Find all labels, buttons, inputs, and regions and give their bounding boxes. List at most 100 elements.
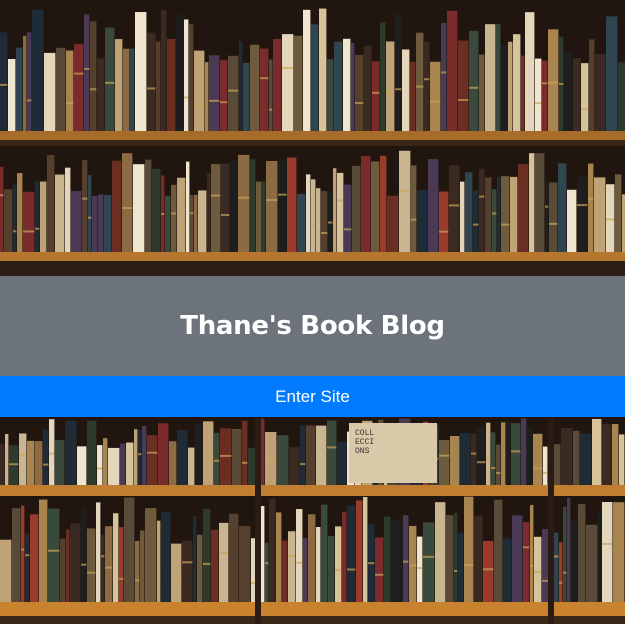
book-spine <box>439 191 449 252</box>
book-spine <box>182 540 193 602</box>
book-spine <box>529 153 535 252</box>
book-spine-band <box>82 197 88 200</box>
book-spine <box>485 177 492 252</box>
book-spine-band <box>311 225 316 228</box>
book-spine-band <box>523 546 530 549</box>
book-spine <box>403 515 409 602</box>
book-spine <box>333 168 337 252</box>
book-spine <box>147 32 156 132</box>
book-spine <box>447 10 458 131</box>
site-title: Thane's Book Blog <box>180 311 445 341</box>
book-spine-band <box>0 83 8 86</box>
book-spine <box>289 447 300 485</box>
book-spine-band <box>563 571 567 574</box>
book-spine-band <box>559 581 563 584</box>
book-spine <box>595 54 606 132</box>
book-spine-band <box>409 564 417 567</box>
book-spine <box>561 428 573 485</box>
book-spine <box>55 174 65 252</box>
book-spine-band <box>424 78 430 81</box>
book-spine-band <box>97 467 103 470</box>
book-spine <box>416 32 424 131</box>
book-spine-band <box>347 568 356 571</box>
book-spine <box>395 13 402 132</box>
book-spine-band <box>278 193 287 196</box>
book-spine <box>230 161 238 252</box>
book-spine <box>423 522 435 602</box>
book-spine <box>343 38 351 131</box>
book-spine <box>372 61 380 132</box>
book-spine-band <box>473 223 479 226</box>
book-spine <box>533 433 543 485</box>
book-spine-band <box>372 91 380 94</box>
book-spine <box>0 32 8 131</box>
book-spine <box>479 168 485 252</box>
book-spine <box>503 538 512 602</box>
title-banner: Thane's Book Blog <box>0 276 625 376</box>
book-spine-band <box>219 551 229 554</box>
book-spine <box>496 444 501 485</box>
book-spine <box>74 43 84 131</box>
book-spine-band <box>543 471 548 474</box>
book-spine <box>387 195 399 252</box>
book-spine <box>221 163 230 252</box>
book-spine <box>120 443 126 485</box>
box-label-line-3: ONS <box>355 447 370 456</box>
book-spine <box>269 59 273 131</box>
book-spine <box>140 530 145 602</box>
book-spine-band <box>328 221 333 224</box>
book-spine <box>0 166 4 252</box>
book-spine <box>501 44 508 131</box>
book-spine <box>435 502 446 602</box>
book-spine <box>525 12 535 131</box>
book-spine-band <box>242 461 248 464</box>
book-spine-band <box>501 223 510 226</box>
book-spine <box>134 429 138 485</box>
book-spine <box>239 41 243 132</box>
book-spine <box>337 172 344 252</box>
book-spine <box>521 418 527 485</box>
book-spine-band <box>375 573 384 576</box>
book-spine-band <box>300 463 306 466</box>
box-label-line-2: ECCI <box>355 438 374 447</box>
book-spine-band <box>355 102 364 105</box>
book-spine <box>184 19 189 132</box>
book-spine <box>460 433 471 485</box>
book-spine <box>158 423 169 485</box>
book-spine <box>530 505 534 602</box>
book-spine <box>384 516 391 602</box>
book-spine <box>567 498 571 602</box>
book-spine-band <box>399 189 411 192</box>
book-spine <box>115 39 123 131</box>
book-spine <box>606 184 615 252</box>
book-spine <box>104 195 112 252</box>
book-spine-band <box>138 453 142 456</box>
book-spine <box>485 24 496 131</box>
book-spine <box>49 419 55 485</box>
book-spine <box>161 10 167 131</box>
book-spine-band <box>161 213 165 216</box>
book-spine <box>17 173 23 252</box>
book-spine-band <box>511 450 521 453</box>
book-spine <box>228 55 239 131</box>
book-spine <box>460 181 465 252</box>
book-spine <box>119 527 124 602</box>
book-spine-band <box>386 91 395 94</box>
book-spine-band <box>157 575 161 578</box>
book-spine <box>450 435 460 485</box>
book-spine <box>108 447 120 485</box>
book-spine <box>203 421 214 485</box>
book-spine <box>66 50 74 132</box>
book-spine-band <box>74 72 84 75</box>
enter-site-button[interactable]: Enter Site <box>0 376 625 417</box>
book-spine <box>169 441 177 485</box>
book-spine <box>342 511 347 602</box>
book-spine <box>269 499 276 602</box>
book-spine <box>205 62 209 131</box>
book-spine <box>124 497 135 602</box>
book-spine <box>613 502 625 602</box>
book-spine <box>577 176 588 252</box>
book-spine-band <box>542 82 548 85</box>
book-spine <box>527 427 533 485</box>
book-spine <box>77 446 87 485</box>
